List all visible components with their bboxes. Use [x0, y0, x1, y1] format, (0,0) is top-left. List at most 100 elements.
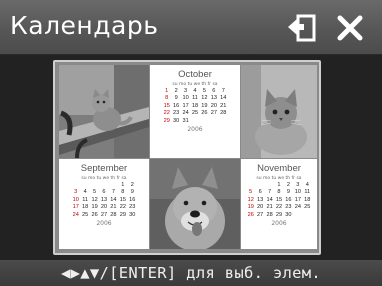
day-cell: 23 — [285, 204, 292, 211]
week-row: 26 27 28 29 30 — [246, 212, 312, 219]
day-cell — [293, 212, 302, 219]
day-cell: 12 — [201, 95, 208, 102]
day-cell: 1 — [121, 182, 125, 188]
weekday-header: su mo tu we th fr sa — [81, 176, 127, 181]
day-cell: 6 — [212, 88, 216, 94]
day-cell: 13 — [100, 196, 108, 203]
day-cell: 9 — [174, 95, 178, 102]
day-cell: 21 — [220, 102, 227, 109]
day-cell: 17 — [72, 204, 79, 211]
calendar-november: November su mo tu we th fr sa 1234567891… — [241, 159, 317, 249]
day-cell: 26 — [91, 211, 98, 218]
day-cell: 4 — [83, 189, 87, 196]
week-row: 12 13 14 15 16 17 18 — [246, 197, 312, 204]
day-cell: 19 — [91, 204, 98, 211]
day-cell: 3 — [184, 88, 188, 94]
day-cell: 6 — [102, 189, 106, 196]
day-cell: 28 — [110, 211, 117, 218]
day-cell: 15 — [119, 196, 126, 203]
day-cell: 28 — [220, 110, 227, 117]
month-grid: 1 2 3 4 5 6 7 8 9 10 11 12 13 14 15 16 17 18 19 20 21 22 23 24 2… — [162, 88, 228, 125]
week-row: 17 18 19 20 21 22 23 — [71, 204, 137, 211]
calendar-october: October su mo tu we th fr sa 1 2 3 4 5 6 7 8 9 10… — [150, 65, 240, 158]
day-cell: 17 — [294, 196, 301, 203]
day-cell: 18 — [191, 102, 199, 109]
day-cell: 27 — [257, 211, 264, 218]
day-cell — [246, 182, 255, 189]
navigation-hint: ◀▶▲▼/[ENTER] для выб. элем. — [0, 260, 382, 286]
return-icon[interactable] — [286, 13, 318, 43]
day-cell — [255, 182, 264, 189]
day-cell: 7 — [111, 189, 115, 196]
day-cell: 15 — [275, 196, 283, 203]
day-cell — [190, 118, 199, 125]
day-cell — [265, 182, 274, 189]
day-cell: 22 — [163, 110, 170, 117]
day-cell — [303, 212, 312, 219]
day-cell: 12 — [91, 196, 98, 203]
week-row: 29 30 31 — [162, 118, 228, 125]
week-row: 15 16 17 18 19 20 21 — [162, 103, 228, 110]
week-row: 10 11 12 13 14 15 16 — [71, 197, 137, 204]
day-cell — [209, 118, 218, 125]
day-cell: 18 — [304, 196, 311, 203]
close-icon[interactable] — [336, 14, 364, 42]
day-cell: 20 — [100, 204, 108, 211]
day-cell: 20 — [210, 102, 217, 109]
day-cell: 29 — [163, 117, 170, 124]
day-cell: 2 — [174, 88, 178, 94]
day-cell: 25 — [191, 110, 199, 117]
day-cell: 3 — [74, 189, 78, 196]
day-cell: 5 — [93, 189, 97, 196]
day-cell: 11 — [82, 196, 89, 203]
day-cell: 24 — [182, 110, 189, 117]
day-cell: 30 — [173, 117, 180, 124]
day-cell: 9 — [130, 189, 134, 196]
day-cell: 24 — [72, 211, 79, 218]
day-cell: 4 — [305, 182, 309, 188]
day-cell — [200, 118, 209, 125]
weekday-header: su mo tu we th fr sa — [172, 82, 218, 87]
day-cell: 29 — [119, 211, 126, 218]
day-cell: 25 — [82, 211, 89, 218]
day-cell: 19 — [201, 102, 208, 109]
day-cell: 4 — [193, 88, 197, 94]
day-cell: 21 — [110, 204, 117, 211]
day-cell: 29 — [275, 211, 283, 218]
month-grid: 1 2 3 4 5 6 7 8 9 10 11 12 13 14 15 16 17 18 19 20 21 22 23 24 2… — [71, 182, 137, 219]
day-cell: 27 — [210, 110, 217, 117]
day-cell: 1 — [277, 182, 281, 188]
month-title: October — [178, 69, 212, 80]
day-cell: 10 — [294, 189, 301, 196]
day-cell: 6 — [258, 189, 262, 196]
calendar-layout-frame[interactable]: October su mo tu we th fr sa 1 2 3 4 5 6 7 8 9 10… — [53, 60, 321, 255]
day-cell: 24 — [294, 204, 301, 211]
day-cell — [90, 182, 99, 189]
day-cell: 12 — [247, 196, 254, 203]
week-row: 3456789 — [71, 189, 137, 196]
day-cell: 20 — [257, 204, 264, 211]
day-cell: 25 — [304, 204, 311, 211]
day-cell: 10 — [72, 196, 79, 203]
day-cell: 8 — [165, 95, 169, 102]
calendar-september: September su mo tu we th fr sa 123456789… — [59, 159, 149, 249]
day-cell: 16 — [285, 196, 292, 203]
day-cell: 11 — [304, 189, 311, 196]
day-cell: 8 — [277, 189, 281, 196]
week-row: 8 9 10 11 12 13 14 — [162, 95, 228, 102]
day-cell: 2 — [130, 182, 134, 188]
calendar-preview-area: October su mo tu we th fr sa 1 2 3 4 5 6 7 8 9 10… — [0, 55, 382, 260]
day-cell: 7 — [268, 189, 272, 196]
day-cell: 30 — [285, 211, 292, 218]
week-row: 19 20 21 22 23 24 25 — [246, 204, 312, 211]
day-cell — [80, 182, 89, 189]
week-row: 22 23 24 25 26 27 28 — [162, 110, 228, 117]
day-cell: 18 — [82, 204, 89, 211]
day-cell: 22 — [275, 204, 283, 211]
month-title: November — [257, 163, 301, 174]
month-grid: 1 2 3 4 5 6 7 8 9 10 11 12 13 14 15 16 17 18 19 20 21 22 23 24 2… — [246, 182, 312, 219]
day-cell: 27 — [100, 211, 108, 218]
day-cell: 15 — [163, 102, 170, 109]
week-row: 5 6 7 8 9 10 11 — [246, 189, 312, 196]
day-cell: 14 — [220, 95, 227, 102]
